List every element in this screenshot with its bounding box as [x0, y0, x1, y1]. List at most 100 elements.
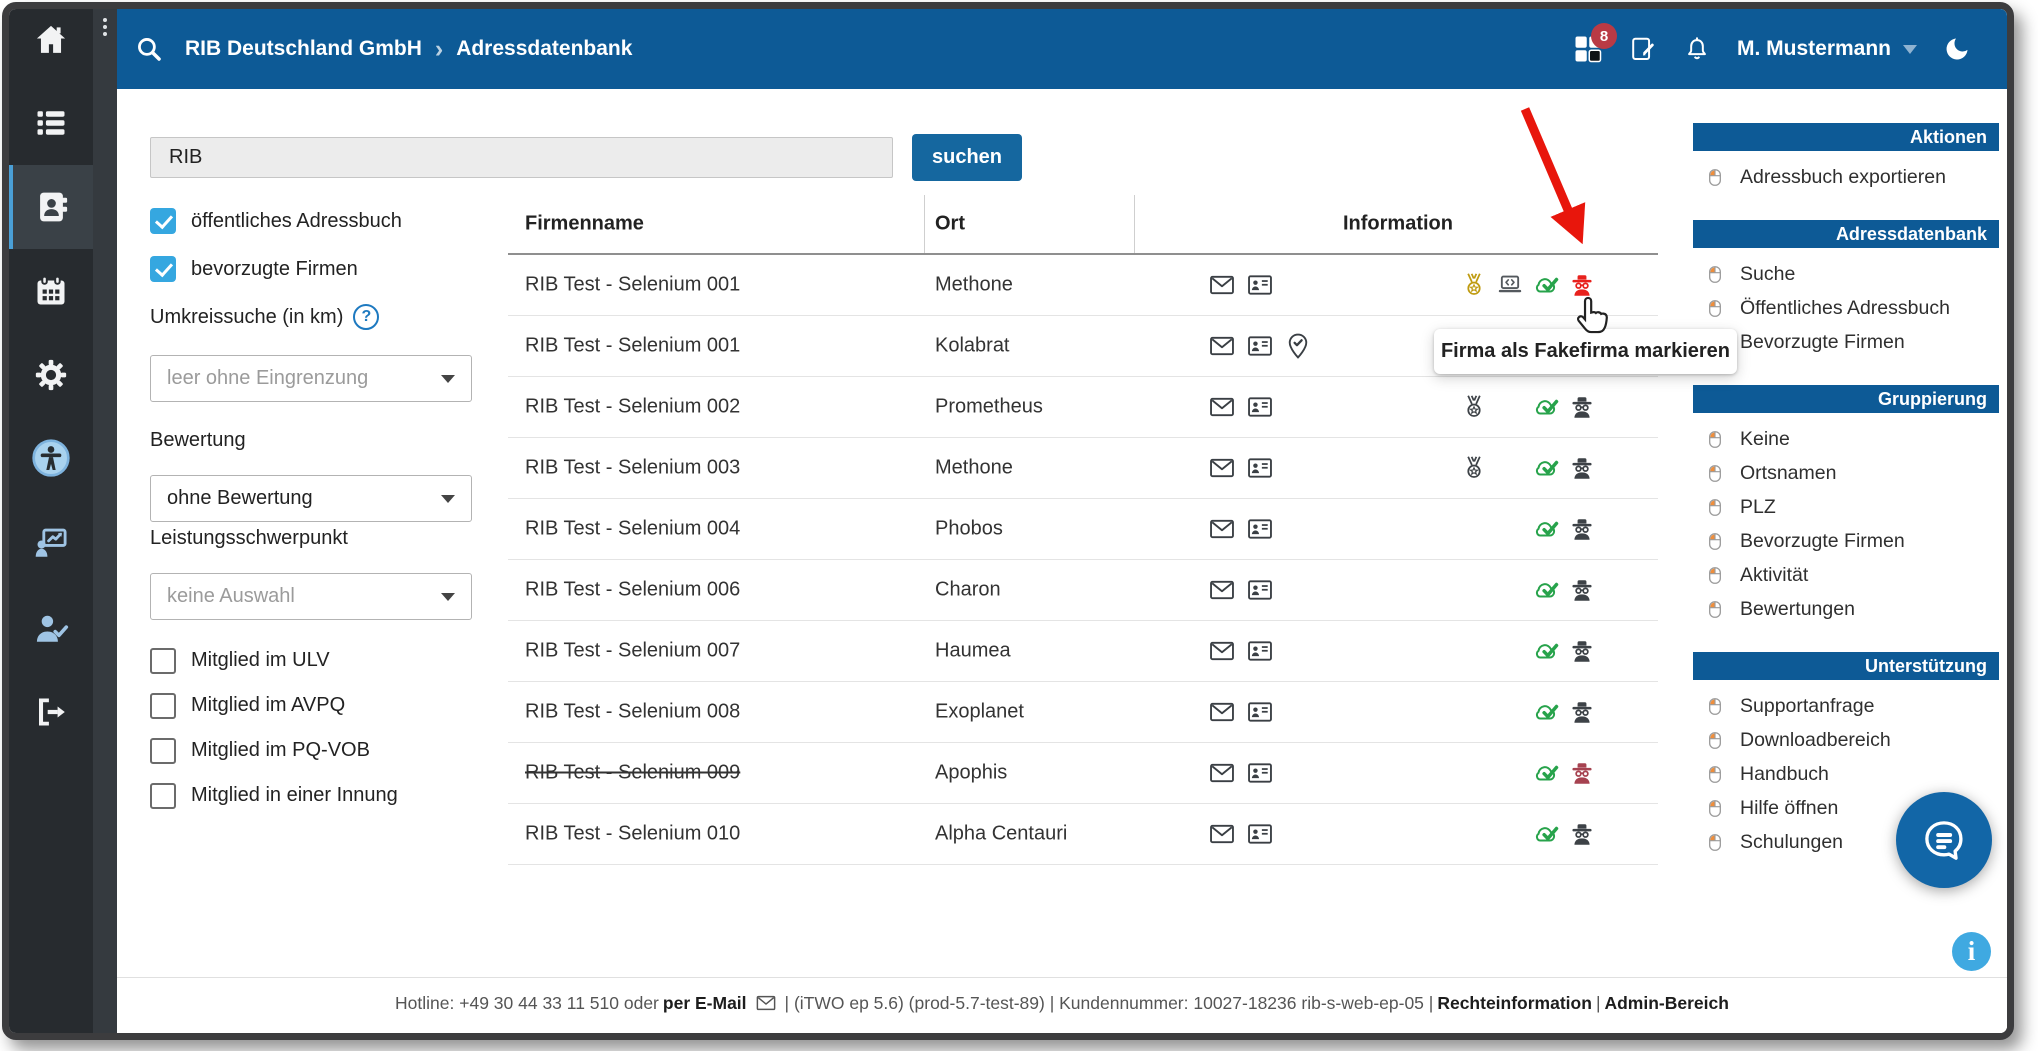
bell-icon[interactable] — [1683, 35, 1711, 63]
card-icon[interactable] — [1246, 393, 1274, 421]
pin-icon[interactable] — [1284, 332, 1312, 360]
panel-item[interactable]: Bevorzugte Firmen — [1693, 325, 1999, 359]
checkbox[interactable] — [150, 738, 176, 764]
card-icon[interactable] — [1246, 271, 1274, 299]
cloud-check-icon[interactable] — [1532, 454, 1560, 482]
filter-preferred-companies[interactable]: bevorzugte Firmen — [150, 245, 402, 293]
help-icon[interactable]: ? — [353, 304, 379, 330]
membership-checkbox-row[interactable]: Mitglied im ULV — [150, 638, 398, 683]
panel-item[interactable]: Bewertungen — [1693, 592, 1999, 626]
mail-icon[interactable] — [1208, 698, 1236, 726]
cloud-check-icon[interactable] — [1532, 759, 1560, 787]
fake-company-spy-icon[interactable] — [1568, 454, 1596, 482]
card-icon[interactable] — [1246, 332, 1274, 360]
membership-checkbox-row[interactable]: Mitglied im PQ-VOB — [150, 728, 398, 773]
sidebar-item-home[interactable] — [9, 7, 93, 73]
mail-icon[interactable] — [1208, 393, 1236, 421]
mail-icon[interactable] — [755, 992, 777, 1014]
membership-checkbox-row[interactable]: Mitglied im AVPQ — [150, 683, 398, 728]
card-icon[interactable] — [1246, 454, 1274, 482]
fake-company-spy-icon[interactable] — [1568, 271, 1596, 299]
table-row[interactable]: RIB Test - Selenium 009Apophis — [508, 743, 1658, 804]
sidebar-item-accessibility[interactable] — [9, 425, 93, 491]
mail-icon[interactable] — [1208, 820, 1236, 848]
table-row[interactable]: RIB Test - Selenium 004Phobos — [508, 499, 1658, 560]
card-icon[interactable] — [1246, 759, 1274, 787]
card-icon[interactable] — [1246, 576, 1274, 604]
panel-item[interactable]: Supportanfrage — [1693, 689, 1999, 723]
checkbox[interactable] — [150, 693, 176, 719]
focus-select[interactable]: keine Auswahl — [150, 573, 472, 620]
fake-company-spy-icon[interactable] — [1568, 576, 1596, 604]
sidebar-item-list[interactable] — [9, 90, 93, 156]
mail-icon[interactable] — [1208, 515, 1236, 543]
table-row[interactable]: RIB Test - Selenium 002Prometheus — [508, 377, 1658, 438]
cloud-check-icon[interactable] — [1532, 393, 1560, 421]
footer-link[interactable]: per E-Mail — [663, 993, 747, 1014]
cloud-check-icon[interactable] — [1532, 515, 1560, 543]
panel-item[interactable]: Downloadbereich — [1693, 723, 1999, 757]
panel-item[interactable]: Keine — [1693, 422, 1999, 456]
card-icon[interactable] — [1246, 698, 1274, 726]
apps-grid-button[interactable]: 8 — [1573, 34, 1603, 64]
panel-item[interactable]: Handbuch — [1693, 757, 1999, 791]
checkbox[interactable] — [150, 208, 176, 234]
cloud-check-icon[interactable] — [1532, 271, 1560, 299]
panel-item[interactable]: PLZ — [1693, 490, 1999, 524]
more-menu-dots[interactable] — [93, 18, 117, 36]
sidebar-item-settings[interactable] — [9, 342, 93, 408]
panel-item[interactable]: Bevorzugte Firmen — [1693, 524, 1999, 558]
filter-public-addressbook[interactable]: öffentliches Adressbuch — [150, 197, 402, 245]
checkbox[interactable] — [150, 783, 176, 809]
mail-icon[interactable] — [1208, 271, 1236, 299]
breadcrumb-company[interactable]: RIB Deutschland GmbH — [185, 37, 422, 61]
fake-company-spy-icon[interactable] — [1568, 393, 1596, 421]
user-menu[interactable]: M. Mustermann — [1737, 37, 1917, 61]
dark-mode-moon-icon[interactable] — [1943, 35, 1971, 63]
cloud-check-icon[interactable] — [1532, 576, 1560, 604]
chat-fab-button[interactable] — [1896, 792, 1992, 888]
table-row[interactable]: RIB Test - Selenium 007Haumea — [508, 621, 1658, 682]
mail-icon[interactable] — [1208, 332, 1236, 360]
table-row[interactable]: RIB Test - Selenium 010Alpha Centauri — [508, 804, 1658, 865]
card-icon[interactable] — [1246, 515, 1274, 543]
card-icon[interactable] — [1246, 820, 1274, 848]
search-button[interactable]: suchen — [912, 134, 1022, 181]
panel-item[interactable]: Aktivität — [1693, 558, 1999, 592]
checkbox[interactable] — [150, 648, 176, 674]
search-input[interactable] — [150, 137, 893, 178]
fake-company-spy-icon[interactable] — [1568, 759, 1596, 787]
fake-company-spy-icon[interactable] — [1568, 820, 1596, 848]
footer-link[interactable]: Rechteinformation — [1437, 993, 1592, 1014]
medal-icon[interactable] — [1460, 271, 1488, 299]
panel-item[interactable]: Adressbuch exportieren — [1693, 160, 1999, 194]
footer-link[interactable]: Admin-Bereich — [1604, 993, 1728, 1014]
note-edit-icon[interactable] — [1629, 35, 1657, 63]
rating-select[interactable]: ohne Bewertung — [150, 475, 472, 522]
sidebar-item-logout[interactable] — [9, 679, 93, 745]
search-icon[interactable] — [135, 35, 163, 63]
fake-company-spy-icon[interactable] — [1568, 637, 1596, 665]
medal-icon[interactable] — [1460, 454, 1488, 482]
cloud-check-icon[interactable] — [1532, 637, 1560, 665]
table-row[interactable]: RIB Test - Selenium 003Methone — [508, 438, 1658, 499]
sidebar-item-training[interactable] — [9, 510, 93, 576]
panel-item[interactable]: Suche — [1693, 257, 1999, 291]
laptop-icon[interactable] — [1496, 271, 1524, 299]
membership-checkbox-row[interactable]: Mitglied in einer Innung — [150, 773, 398, 818]
panel-item[interactable]: Ortsnamen — [1693, 456, 1999, 490]
mail-icon[interactable] — [1208, 759, 1236, 787]
table-row[interactable]: RIB Test - Selenium 008Exoplanet — [508, 682, 1658, 743]
panel-item[interactable]: Öffentliches Adressbuch — [1693, 291, 1999, 325]
checkbox[interactable] — [150, 256, 176, 282]
cloud-check-icon[interactable] — [1532, 820, 1560, 848]
medal-icon[interactable] — [1460, 393, 1488, 421]
sidebar-item-calendar[interactable] — [9, 258, 93, 324]
mail-icon[interactable] — [1208, 454, 1236, 482]
fake-company-spy-icon[interactable] — [1568, 698, 1596, 726]
table-row[interactable]: RIB Test - Selenium 006Charon — [508, 560, 1658, 621]
table-row[interactable]: RIB Test - Selenium 001Methone — [508, 255, 1658, 316]
sidebar-item-contacts[interactable] — [9, 165, 93, 249]
sidebar-item-user-check[interactable] — [9, 595, 93, 661]
radius-select[interactable]: leer ohne Eingrenzung — [150, 355, 472, 402]
